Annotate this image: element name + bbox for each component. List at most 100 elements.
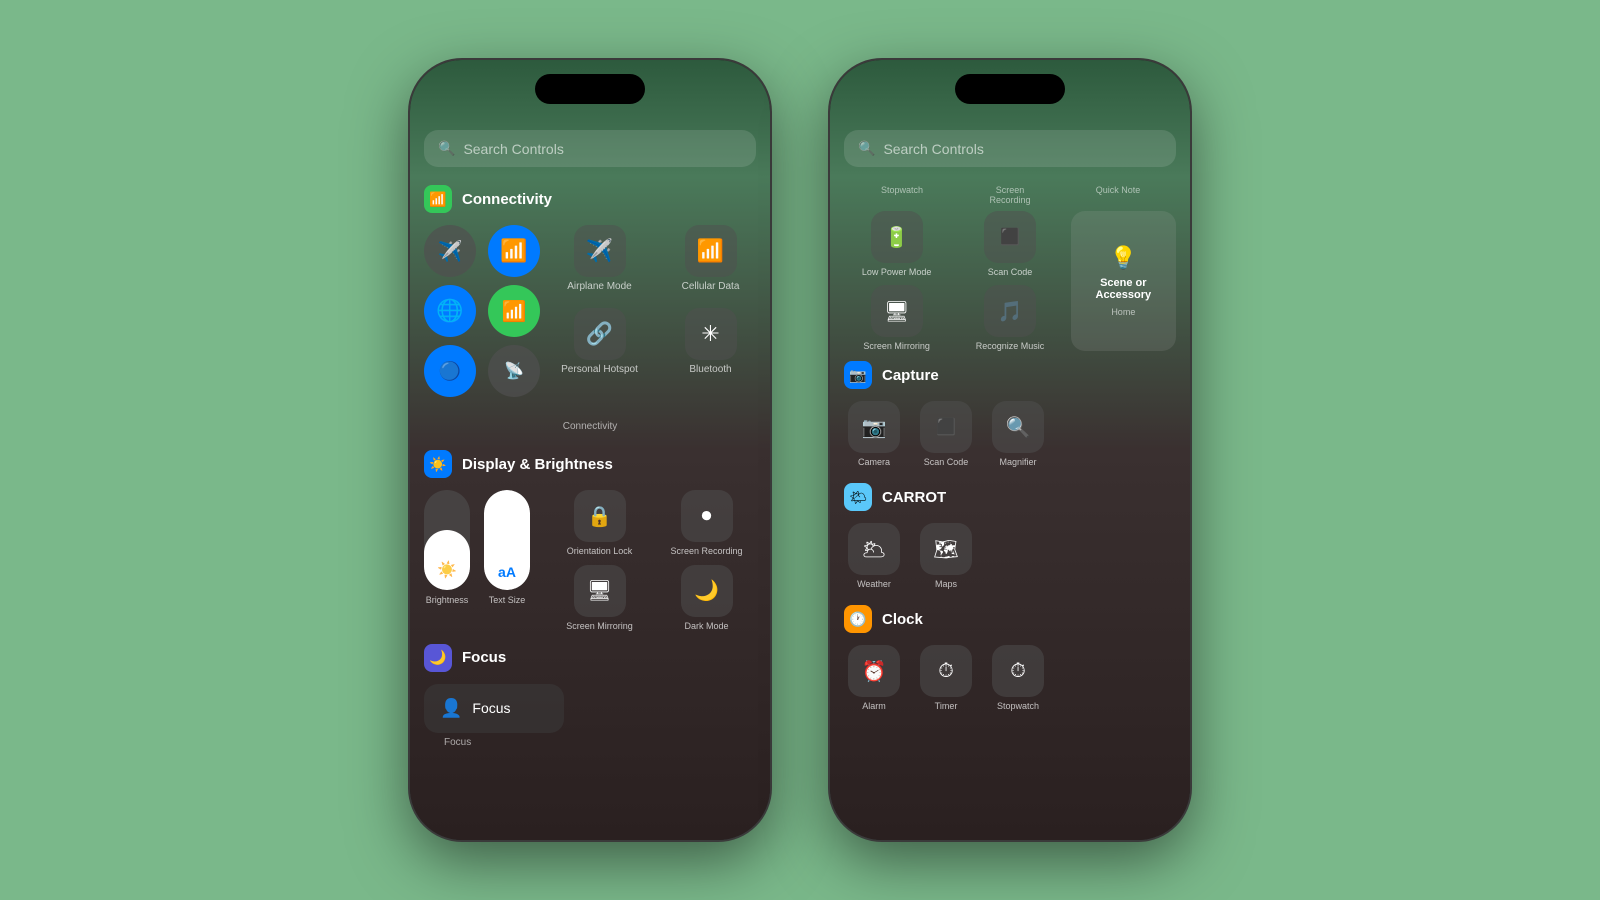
stopwatch-item[interactable]: ⏱ Stopwatch — [992, 645, 1044, 711]
screen-mirroring-right-item[interactable]: 🖥 Screen Mirroring — [844, 285, 949, 351]
focus-item-label: Focus — [472, 700, 510, 716]
screen-recording-item[interactable]: ⏺ Screen Recording — [657, 490, 756, 557]
weather-item[interactable]: 🌥 Weather — [848, 523, 900, 589]
stopwatch-label: Stopwatch — [997, 701, 1039, 711]
airplane-label: Airplane Mode — [567, 281, 631, 292]
bluetooth-icon[interactable]: 🔵 — [424, 345, 476, 397]
connectivity-cluster: ✈️ 📶 🌐 📶 🔵 📡 — [424, 225, 544, 397]
camera-item[interactable]: 📷 Camera — [848, 401, 900, 467]
wifi-icon[interactable]: 📶 — [488, 225, 540, 277]
brightness-icon: ☀️ — [437, 560, 457, 580]
dynamic-island-left — [535, 74, 645, 104]
clock-section: 🕐 Clock ⏰ Alarm ⏱ Timer ⏱ Stopwat — [844, 605, 1176, 711]
dynamic-island-right — [955, 74, 1065, 104]
focus-section-icon: 🌙 — [424, 644, 452, 672]
connectivity-section-icon: 📶 — [424, 185, 452, 213]
timer-item[interactable]: ⏱ Timer — [920, 645, 972, 711]
focus-item[interactable]: 👤 Focus — [424, 684, 564, 733]
dark-mode-item[interactable]: 🌙 Dark Mode — [657, 565, 756, 632]
camera-label: Camera — [858, 457, 890, 467]
wifi-icon2[interactable]: 🌐 — [424, 285, 476, 337]
connectivity-title: Connectivity — [462, 191, 552, 208]
scene-accessory-label: Scene or Accessory — [1081, 277, 1166, 301]
left-phone: 🔍 Search Controls 📶 Connectivity ✈️ 📶 🌐 … — [410, 60, 770, 840]
search-label-left: Search Controls — [463, 141, 563, 157]
screen-mirroring-right-label: Screen Mirroring — [863, 341, 930, 351]
maps-label: Maps — [935, 579, 957, 589]
search-label-right: Search Controls — [883, 141, 983, 157]
carrot-grid: 🌥 Weather 🗺 Maps — [844, 523, 1176, 589]
clock-grid: ⏰ Alarm ⏱ Timer ⏱ Stopwatch — [844, 645, 1176, 711]
top-labels-row: Stopwatch Screen Recording Quick Note — [844, 185, 1176, 205]
carrot-header: 🌤 CARROT — [844, 483, 1176, 511]
screen-recording-top-label: Screen Recording — [980, 185, 1040, 205]
maps-item[interactable]: 🗺 Maps — [920, 523, 972, 589]
display-header: ☀️ Display & Brightness — [424, 450, 756, 478]
screen-mirroring-label: Screen Mirroring — [566, 621, 633, 632]
stopwatch-top-label: Stopwatch — [872, 185, 932, 205]
alarm-label: Alarm — [862, 701, 886, 711]
orientation-lock-label: Orientation Lock — [567, 546, 633, 557]
recognize-music-label: Recognize Music — [976, 341, 1045, 351]
textsize-icon: aA — [498, 564, 516, 580]
brightness-slider[interactable]: ☀️ — [424, 490, 470, 590]
focus-header: 🌙 Focus — [424, 644, 756, 672]
slider-section: ☀️ Brightness aA Text Size — [424, 490, 756, 632]
focus-title: Focus — [462, 649, 506, 666]
capture-title: Capture — [882, 367, 939, 384]
carrot-title: CARROT — [882, 489, 946, 506]
quick-note-top-label: Quick Note — [1088, 185, 1148, 205]
hotspot-label: Personal Hotspot — [561, 364, 638, 375]
bluetooth-item[interactable]: ✳ Bluetooth — [665, 308, 756, 375]
magnifier-label: Magnifier — [999, 457, 1036, 467]
low-power-label: Low Power Mode — [862, 267, 932, 277]
airplane-mode-item[interactable]: ✈️ Airplane Mode — [554, 225, 645, 292]
dark-mode-label: Dark Mode — [684, 621, 728, 632]
alarm-item[interactable]: ⏰ Alarm — [848, 645, 900, 711]
home-sublabel: Home — [1111, 307, 1135, 317]
carrot-section: 🌤 CARROT 🌥 Weather 🗺 Maps — [844, 483, 1176, 589]
bluetooth-label: Bluetooth — [689, 364, 731, 375]
timer-label: Timer — [935, 701, 958, 711]
display-title: Display & Brightness — [462, 456, 613, 473]
brightness-label: Brightness — [426, 595, 469, 606]
textsize-slider[interactable]: aA — [484, 490, 530, 590]
display-section-icon: ☀️ — [424, 450, 452, 478]
textsize-label: Text Size — [489, 595, 526, 606]
scan-code-top-label: Scan Code — [988, 267, 1033, 277]
brightness-slider-col: ☀️ Brightness — [424, 490, 470, 606]
scan-code-top-item[interactable]: ⬛ Scan Code — [957, 211, 1062, 277]
scene-bulb-icon: 💡 — [1110, 245, 1137, 271]
weather-label: Weather — [857, 579, 891, 589]
hotspot-item[interactable]: 🔗 Personal Hotspot — [554, 308, 645, 375]
low-power-mode-item[interactable]: 🔋 Low Power Mode — [844, 211, 949, 277]
airplane-mode-icon[interactable]: ✈️ — [424, 225, 476, 277]
screen-recording-label: Screen Recording — [670, 546, 742, 557]
search-icon-left: 🔍 — [438, 140, 455, 157]
textsize-slider-col: aA Text Size — [484, 490, 530, 606]
capture-section: 📷 Capture 📷 Camera ⬛ Scan Code 🔍 — [844, 361, 1176, 467]
scene-accessory-tile[interactable]: 💡 Scene or Accessory Home — [1071, 211, 1176, 351]
clock-header: 🕐 Clock — [844, 605, 1176, 633]
connectivity-header: 📶 Connectivity — [424, 185, 756, 213]
recognize-music-item[interactable]: 🎵 Recognize Music — [957, 285, 1062, 351]
orientation-lock-item[interactable]: 🔒 Orientation Lock — [550, 490, 649, 557]
scan-code-capture-label: Scan Code — [924, 457, 969, 467]
search-bar-right[interactable]: 🔍 Search Controls — [844, 130, 1176, 167]
cellular-label: Cellular Data — [682, 281, 740, 292]
scan-code-capture-item[interactable]: ⬛ Scan Code — [920, 401, 972, 467]
focus-person-icon: 👤 — [440, 698, 462, 719]
search-bar-left[interactable]: 🔍 Search Controls — [424, 130, 756, 167]
connectivity-sublabel: Connectivity — [424, 421, 756, 432]
magnifier-item[interactable]: 🔍 Magnifier — [992, 401, 1044, 467]
cellular-icon[interactable]: 📶 — [488, 285, 540, 337]
capture-grid: 📷 Camera ⬛ Scan Code 🔍 Magnifier — [844, 401, 1176, 467]
cellular-data-item[interactable]: 📶 Cellular Data — [665, 225, 756, 292]
clock-title: Clock — [882, 611, 923, 628]
focus-sublabel: Focus — [444, 737, 471, 748]
connectivity-right-items: ✈️ Airplane Mode 📶 Cellular Data 🔗 Perso… — [554, 225, 756, 397]
screen-mirroring-item[interactable]: 🖥 Screen Mirroring — [550, 565, 649, 632]
airdrop-icon[interactable]: 📡 — [488, 345, 540, 397]
connectivity-grid: ✈️ 📶 🌐 📶 🔵 📡 ✈️ Airplane Mode — [424, 225, 756, 397]
capture-section-icon: 📷 — [844, 361, 872, 389]
